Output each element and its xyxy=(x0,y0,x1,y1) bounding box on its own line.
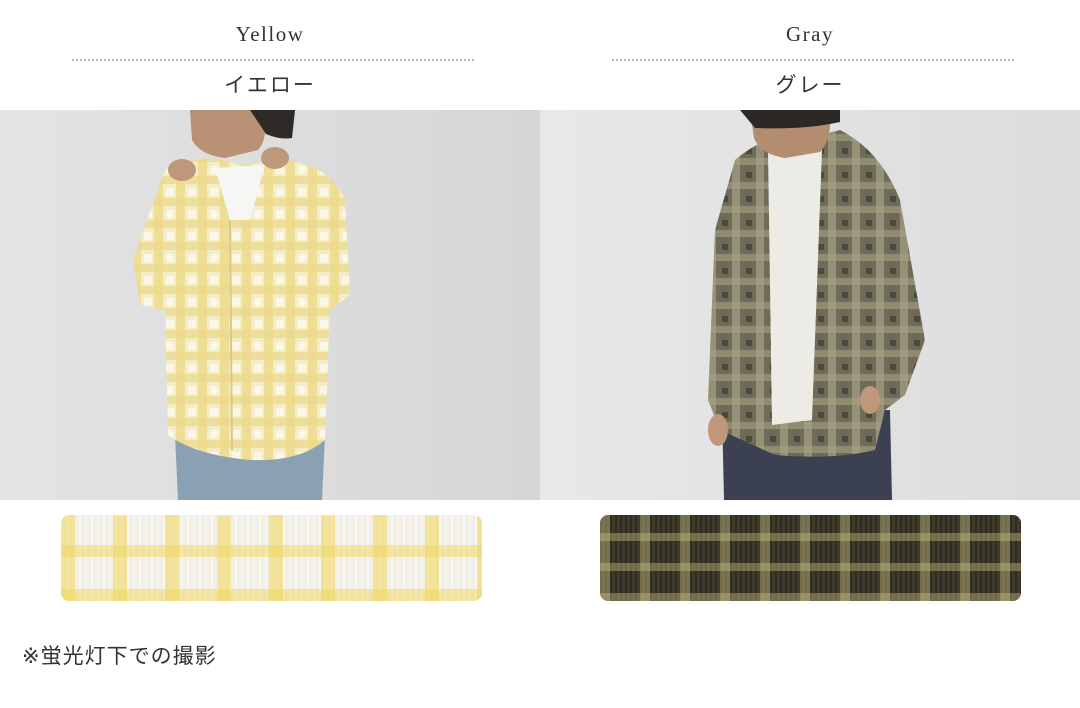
lighting-note: ※蛍光灯下での撮影 xyxy=(22,644,217,668)
dotted-divider xyxy=(72,59,474,61)
variant-name-en: Yellow xyxy=(235,22,305,46)
variant-yellow: Yellow イエロー xyxy=(0,0,540,708)
fabric-swatch-yellow xyxy=(61,515,482,601)
variant-name-en: Gray xyxy=(786,22,834,46)
variant-gray: Gray グレー xyxy=(540,0,1080,708)
model-photo-yellow xyxy=(0,110,540,500)
fabric-swatch-gray xyxy=(600,515,1021,601)
model-photo-gray xyxy=(540,110,1080,500)
variant-name-ja: イエロー xyxy=(224,73,316,97)
variant-name-ja: グレー xyxy=(775,73,845,97)
dotted-divider xyxy=(612,59,1014,61)
